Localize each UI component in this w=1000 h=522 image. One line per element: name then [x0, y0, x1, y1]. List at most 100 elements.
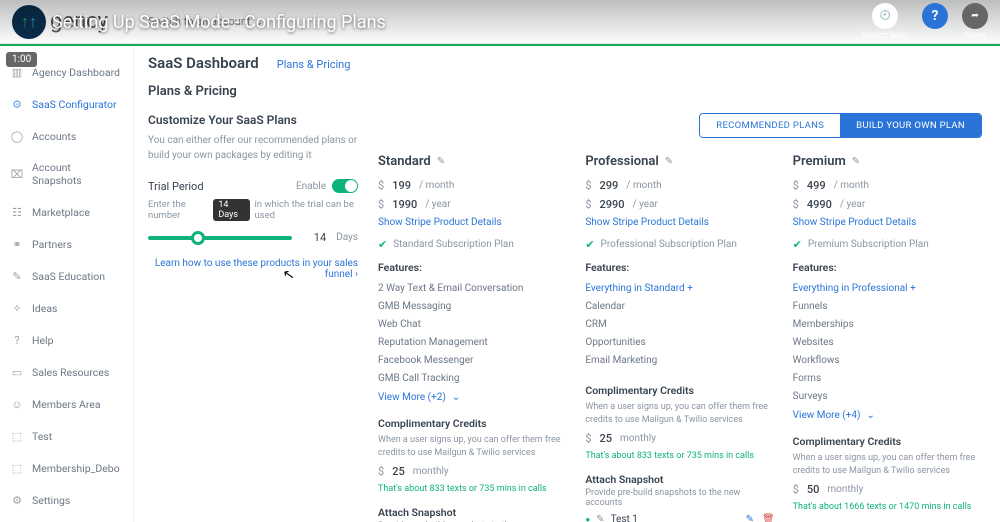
stripe-details-link[interactable]: Show Stripe Product Details — [793, 217, 982, 228]
plan-name: Standard — [378, 154, 431, 169]
customize-heading: Customize Your SaaS Plans — [148, 113, 358, 127]
tab-recommended[interactable]: RECOMMENDED PLANS — [700, 114, 840, 137]
sidebar-item-label: Test — [32, 430, 52, 443]
sidebar-icon: ☺ — [10, 397, 24, 411]
logo-icon: ↑↑ — [12, 5, 46, 39]
price-year: 2990 — [600, 198, 625, 211]
trial-days-pill: 14 Days — [213, 199, 250, 221]
feature-list: Everything in Standard +CalendarCRMOppor… — [585, 280, 774, 370]
stripe-details-link[interactable]: Show Stripe Product Details — [378, 217, 567, 228]
sidebar-icon: ⬚ — [10, 461, 24, 475]
sidebar-icon: ✧ — [10, 301, 24, 315]
feature-list: 2 Way Text & Email ConversationGMB Messa… — [378, 280, 567, 388]
cursor-icon: ↖ — [282, 266, 296, 284]
sidebar-item-label: Help — [32, 334, 54, 347]
sidebar-icon: ⚙ — [10, 493, 24, 507]
snapshot-icon: ✎ — [596, 514, 604, 522]
plan-name: Professional — [585, 154, 658, 169]
features-heading: Features: — [585, 261, 774, 274]
sidebar-item-label: Account Snapshots — [32, 161, 123, 187]
plan-premium: Premium✎$499/ month$4990/ yearShow Strip… — [793, 154, 982, 522]
sidebar-icon: ✎ — [10, 269, 24, 283]
sidebar-icon: ? — [10, 333, 24, 347]
sidebar-item-membership-debo[interactable]: ⬚ Membership_Debo — [0, 452, 133, 484]
price-month: 299 — [600, 179, 619, 192]
sidebar-item-saas-education[interactable]: ✎ SaaS Education — [0, 260, 133, 292]
sidebar-item-sales-resources[interactable]: ▭Sales Resources — [0, 356, 133, 388]
snapshot-desc: Provide pre-build snapshots to the new a… — [585, 488, 774, 508]
tab-build-own[interactable]: BUILD YOUR OWN PLAN — [840, 114, 981, 137]
sidebar-item-test[interactable]: ⬚ Test — [0, 420, 133, 452]
learn-link[interactable]: Learn how to use these products in your … — [148, 258, 358, 280]
trial-enable-toggle[interactable] — [332, 179, 358, 193]
delete-snapshot-icon[interactable]: 🗑 — [762, 514, 775, 522]
sidebar-item-settings[interactable]: ⚙ Settings — [0, 484, 133, 516]
price-month: 199 — [392, 179, 411, 192]
credits-desc: When a user signs up, you can offer them… — [793, 452, 982, 477]
dot-icon: ● — [585, 515, 590, 522]
check-icon: ✔ — [585, 238, 594, 251]
chevron-down-icon: ⌄ — [866, 410, 874, 421]
features-heading: Features: — [793, 261, 982, 274]
trial-desc: Enter the number 14 Days in which the tr… — [148, 199, 358, 221]
view-more-link[interactable]: View More (+2) ⌄ — [378, 392, 567, 403]
brand-name: gency — [50, 9, 108, 34]
feature-list: Everything in Professional +FunnelsMembe… — [793, 280, 982, 406]
credits-desc: When a user signs up, you can offer them… — [378, 434, 567, 459]
credits-heading: Complimentary Credits — [378, 417, 567, 430]
sidebar-item-label: Sales Resources — [32, 366, 109, 379]
stripe-details-link[interactable]: Show Stripe Product Details — [585, 217, 774, 228]
edit-snapshot-icon[interactable]: ✎ — [746, 514, 754, 522]
sidebar-item-members-area[interactable]: ☺Members Area — [0, 388, 133, 420]
sidebar-item-label: Ideas — [32, 302, 57, 315]
sidebar-item-account-snapshots[interactable]: ⌧ Account Snapshots — [0, 152, 133, 196]
edit-icon[interactable]: ✎ — [437, 156, 445, 167]
trial-value: 14 — [302, 231, 326, 244]
plan-standard: Standard✎$199/ month$1990/ yearShow Stri… — [378, 154, 567, 522]
sidebar-item-partners[interactable]: ⚭Partners — [0, 228, 133, 260]
check-icon: ✔ — [378, 238, 387, 251]
plan-mode-tabs: RECOMMENDED PLANS BUILD YOUR OWN PLAN — [699, 113, 982, 138]
plan-professional: Professional✎$299/ month$2990/ yearShow … — [585, 154, 774, 522]
sidebar-item-label: Partners — [32, 238, 72, 251]
trial-label: Trial Period — [148, 180, 204, 193]
chevron-down-icon: ⌄ — [255, 15, 264, 28]
check-icon: ✔ — [793, 238, 802, 251]
sidebar-item-label: Accounts — [32, 130, 76, 143]
price-month: 499 — [807, 179, 826, 192]
sidebar-icon: ⚙ — [10, 97, 24, 111]
sidebar-item-label: Marketplace — [32, 206, 90, 219]
sidebar-icon: ⌧ — [10, 167, 24, 181]
customize-desc: You can either offer our recommended pla… — [148, 133, 358, 163]
credits-estimate: That's about 1666 texts or 1470 mins in … — [793, 502, 982, 512]
sidebar-item-help[interactable]: ? Help — [0, 324, 133, 356]
breadcrumb-sub[interactable]: Plans & Pricing — [277, 58, 351, 71]
sidebar-item-label: Membership_Debo — [32, 462, 120, 475]
credits-desc: When a user signs up, you can offer them… — [585, 401, 774, 426]
sidebar-item-ideas[interactable]: ✧ Ideas — [0, 292, 133, 324]
credits-estimate: That's about 833 texts or 735 mins in ca… — [378, 484, 567, 494]
edit-icon[interactable]: ✎ — [665, 156, 673, 167]
sidebar-item-marketplace[interactable]: ☷ Marketplace — [0, 196, 133, 228]
sidebar-icon: ⬚ — [10, 429, 24, 443]
snapshot-name: Test 1 — [611, 514, 638, 522]
edit-icon[interactable]: ✎ — [852, 156, 860, 167]
sidebar-item-label: SaaS Configurator — [32, 98, 117, 111]
sidebar-item-accounts[interactable]: ◯Accounts — [0, 120, 133, 152]
snapshot-heading: Attach Snapshot — [585, 473, 774, 486]
switch-account-dropdown[interactable]: Switch to an account ⌄ — [148, 15, 264, 28]
price-year: 1990 — [392, 198, 417, 211]
sidebar-item-label: Settings — [32, 494, 70, 507]
price-year: 4990 — [807, 198, 832, 211]
section-title: Plans & Pricing — [148, 84, 982, 99]
sidebar-item-label: SaaS Education — [32, 270, 105, 283]
time-pill: 1:00 — [6, 52, 37, 67]
credits-heading: Complimentary Credits — [793, 435, 982, 448]
chevron-down-icon: ⌄ — [452, 392, 460, 403]
sidebar-icon: ☷ — [10, 205, 24, 219]
trial-slider[interactable] — [148, 236, 292, 240]
credits-amount: 25 — [600, 432, 613, 445]
sidebar-item-saas-configurator[interactable]: ⚙ SaaS Configurator — [0, 88, 133, 120]
view-more-link[interactable]: View More (+4) ⌄ — [793, 410, 982, 421]
sidebar: ▥Agency Dashboard⚙SaaS Configurator◯Acco… — [0, 0, 134, 522]
